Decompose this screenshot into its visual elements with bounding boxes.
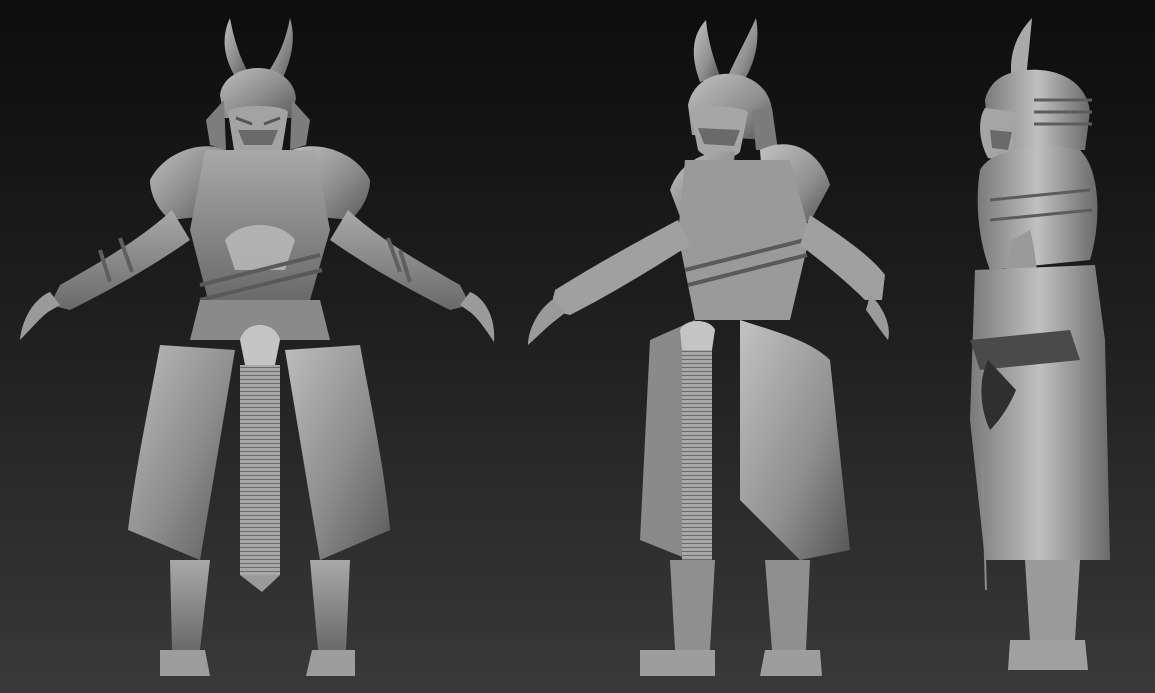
front-tassel xyxy=(240,365,280,575)
front-belt-ornament xyxy=(240,325,280,365)
left-hand xyxy=(20,292,60,340)
left-leg xyxy=(170,560,210,650)
right-foot xyxy=(306,650,355,676)
samurai-front-view xyxy=(20,18,495,676)
right-hand xyxy=(460,292,495,342)
samurai-three-quarter-view xyxy=(528,18,889,676)
right-leg xyxy=(310,560,350,650)
left-arm xyxy=(50,210,190,310)
samurai-side-view xyxy=(970,18,1110,670)
render-viewport xyxy=(0,0,1155,693)
left-thigh-guard xyxy=(128,345,235,560)
right-arm xyxy=(330,210,470,310)
right-thigh-guard xyxy=(285,345,390,560)
left-foot xyxy=(160,650,210,676)
left-horn xyxy=(224,18,248,78)
